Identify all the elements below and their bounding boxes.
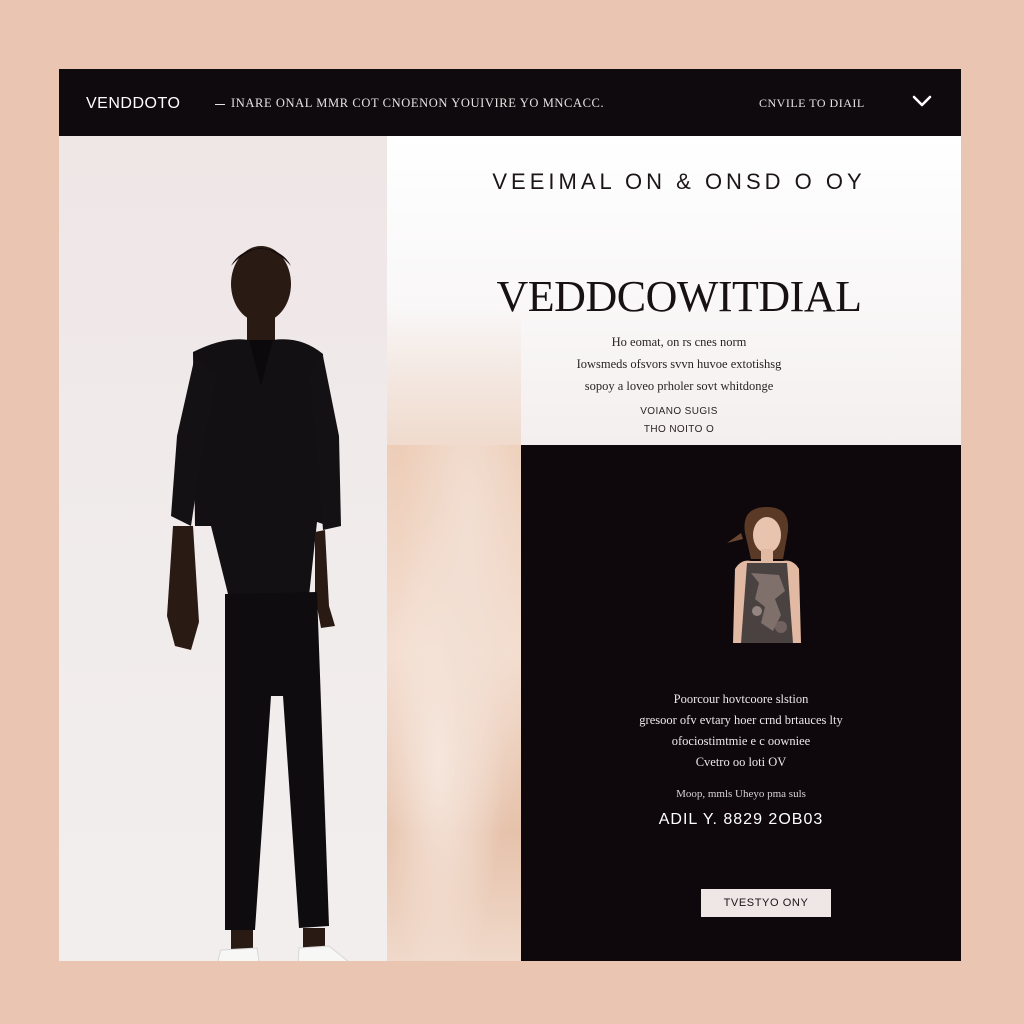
page-frame: VENDDOTO INARE ONAL MMR COT CNOENON YOUI… bbox=[59, 69, 961, 961]
product-description-line: Cvetro oo loti OV bbox=[695, 755, 787, 769]
product-description-line: gresoor ofv evtary hoer crnd brtauces lt… bbox=[639, 713, 843, 727]
product-price: ADIL Y. 8829 2OB03 bbox=[658, 811, 824, 828]
hero-tagline: VEEIMAL ON & ONSD O OY bbox=[492, 169, 866, 194]
shop-now-button[interactable]: TVESTYO ONY bbox=[701, 889, 831, 917]
male-model-image bbox=[167, 246, 349, 961]
female-model-image bbox=[721, 503, 813, 647]
brand-logo[interactable]: VENDDOTO bbox=[86, 95, 180, 113]
product-description: Poorcour hovtcoore slstion gresoor ofv e… bbox=[561, 689, 921, 773]
hero-description-line: Iowsmeds ofsvors svvn huvoe extotishsg bbox=[576, 357, 782, 371]
hero-link-line[interactable]: VOIANO SUGIS bbox=[579, 403, 779, 421]
product-description-line: ofociostimtmie e c oowniee bbox=[671, 734, 811, 748]
promo-banner: INARE ONAL MMR COT CNOENON YOUIVIRE YO M… bbox=[215, 96, 604, 111]
product-meta: Moop, mmls Uheyo pma suls bbox=[676, 788, 806, 800]
header-cta-link[interactable]: CNVILE TO DIAIL bbox=[759, 96, 865, 111]
model-image-panel bbox=[59, 136, 387, 961]
hero-link-line[interactable]: THO NOITO O bbox=[579, 421, 779, 439]
promo-dash bbox=[215, 103, 225, 105]
promo-text: INARE ONAL MMR COT CNOENON YOUIVIRE YO M… bbox=[231, 96, 605, 110]
hero-headline: VEDDCOWITDIAL bbox=[496, 272, 862, 321]
hero-description-line: sopoy a loveo prholer sovt whitdonge bbox=[584, 379, 774, 393]
top-navigation-bar: VENDDOTO INARE ONAL MMR COT CNOENON YOUI… bbox=[59, 69, 961, 136]
hero-description: Ho eomat, on rs cnes norm Iowsmeds ofsvo… bbox=[489, 331, 869, 397]
product-description-line: Poorcour hovtcoore slstion bbox=[673, 692, 809, 706]
chevron-down-icon[interactable] bbox=[911, 93, 933, 109]
hero-link[interactable]: VOIANO SUGIS THO NOITO O bbox=[579, 403, 779, 439]
product-card: Poorcour hovtcoore slstion gresoor ofv e… bbox=[521, 445, 961, 961]
decorative-blur-background bbox=[387, 445, 521, 961]
hero-description-line: Ho eomat, on rs cnes norm bbox=[611, 335, 747, 349]
